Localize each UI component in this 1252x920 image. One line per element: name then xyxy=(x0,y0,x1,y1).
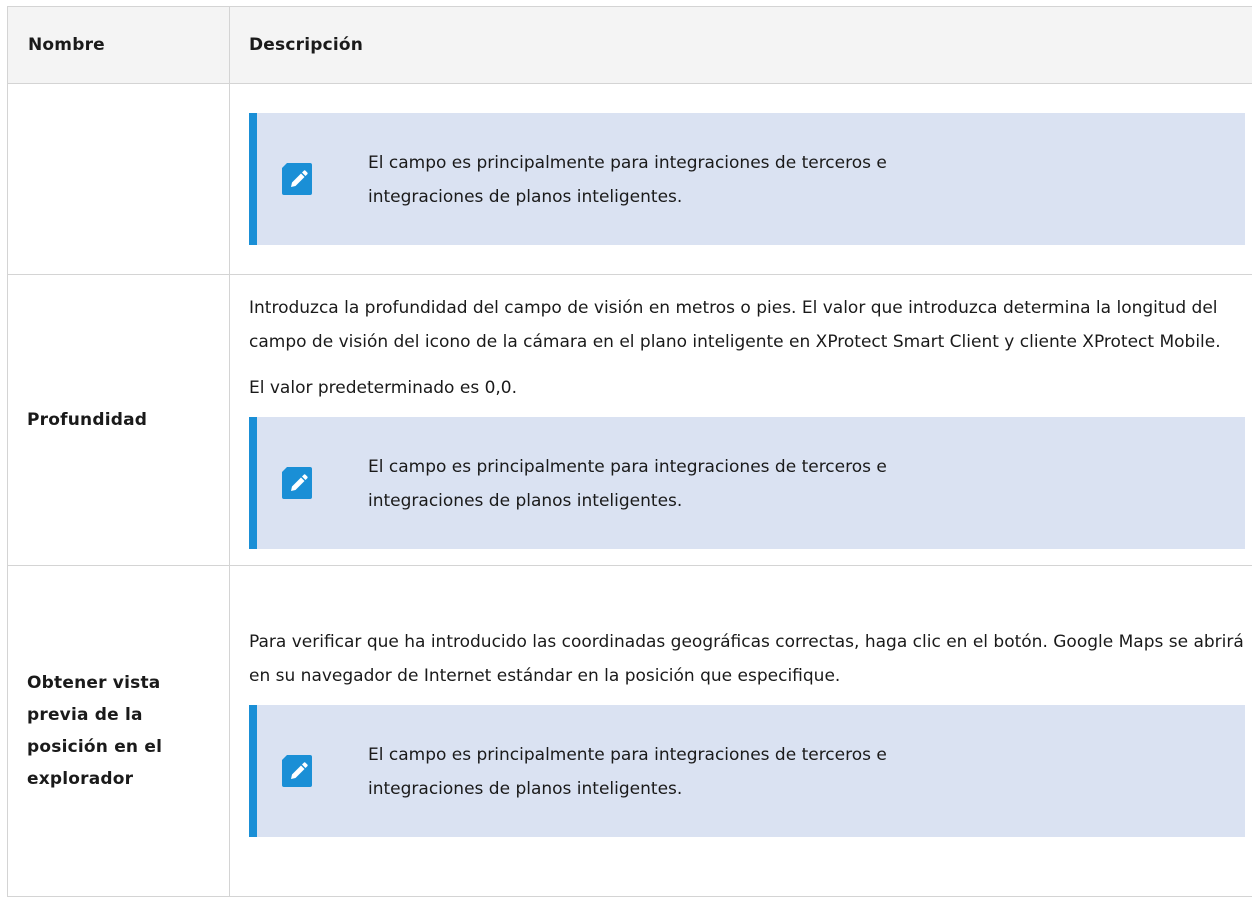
note-box: El campo es principalmente para integrac… xyxy=(249,705,1245,837)
table-row: Obtener vista previa de la posición en e… xyxy=(7,565,1252,897)
row-name: Obtener vista previa de la posición en e… xyxy=(7,565,230,897)
row-name: Profundidad xyxy=(7,274,230,566)
pencil-note-icon xyxy=(282,163,312,195)
note-text-line: integraciones de planos inteligentes. xyxy=(368,187,683,207)
table-header-row: Nombre Descripción xyxy=(7,6,1252,84)
row-description: Para verificar que ha introducido las co… xyxy=(229,565,1252,897)
note-text-line: El campo es principalmente para integrac… xyxy=(368,153,887,173)
note-text: El campo es principalmente para integrac… xyxy=(368,448,887,518)
note-text-line: El campo es principalmente para integrac… xyxy=(368,457,887,477)
note-text: El campo es principalmente para integrac… xyxy=(368,144,887,214)
note-text-line: integraciones de planos inteligentes. xyxy=(368,779,683,799)
column-header-description: Descripción xyxy=(229,6,1252,84)
pencil-note-icon xyxy=(282,755,312,787)
note-box: El campo es principalmente para integrac… xyxy=(249,113,1245,245)
description-paragraph: Para verificar que ha introducido las co… xyxy=(249,632,1244,686)
row-description: Introduzca la profundidad del campo de v… xyxy=(229,274,1252,566)
note-text-line: integraciones de planos inteligentes. xyxy=(368,491,683,511)
description-paragraph: Introduzca la profundidad del campo de v… xyxy=(249,298,1221,352)
pencil-note-icon xyxy=(282,467,312,499)
column-header-name: Nombre xyxy=(7,6,230,84)
note-text: El campo es principalmente para integrac… xyxy=(368,736,887,806)
description-paragraph: El valor predeterminado es 0,0. xyxy=(249,378,518,398)
table-row: Profundidad Introduzca la profundidad de… xyxy=(7,274,1252,566)
properties-table: Nombre Descripción El campo es principal… xyxy=(7,6,1252,897)
row-name xyxy=(7,83,230,275)
note-box: El campo es principalmente para integrac… xyxy=(249,417,1245,549)
table-row: El campo es principalmente para integrac… xyxy=(7,83,1252,275)
note-text-line: El campo es principalmente para integrac… xyxy=(368,745,887,765)
row-description: El campo es principalmente para integrac… xyxy=(229,83,1252,275)
